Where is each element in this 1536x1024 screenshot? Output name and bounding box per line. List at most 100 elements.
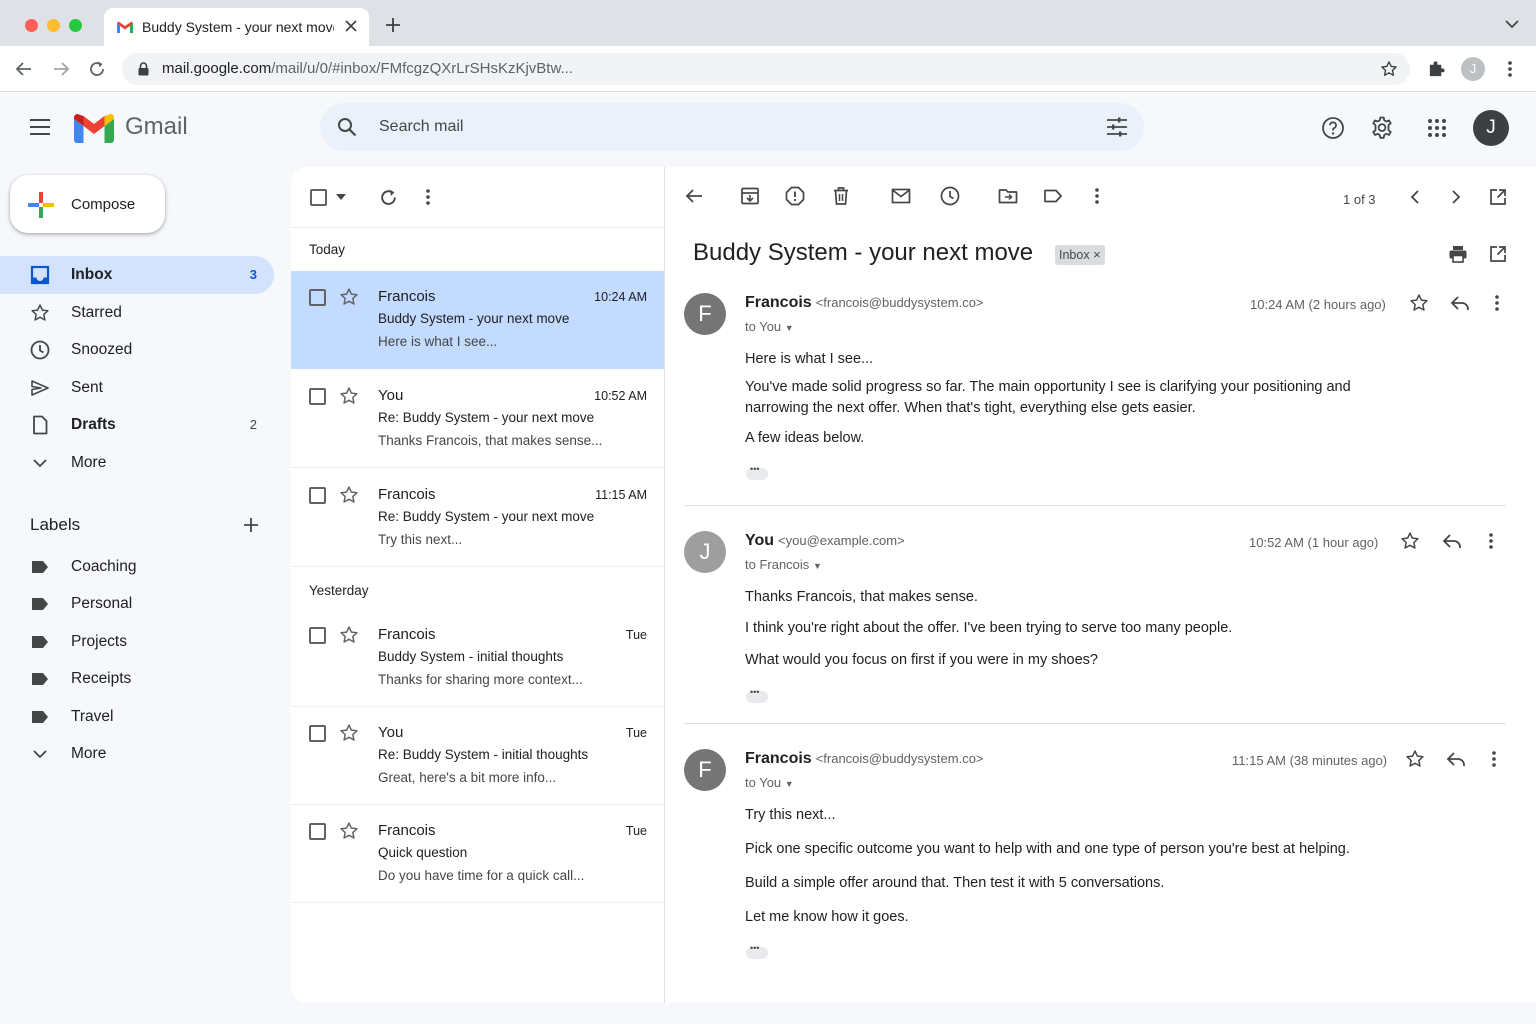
search-options-icon[interactable]: [1106, 117, 1128, 137]
address-bar[interactable]: mail.google.com/mail/u/0/#inbox/FMfcgzQX…: [122, 53, 1410, 85]
browser-menu-icon[interactable]: [1502, 59, 1518, 79]
remove-label-close-icon[interactable]: ×: [1093, 247, 1101, 262]
recipient-line[interactable]: to Francois ▼: [745, 557, 822, 572]
sidebar-item-sent[interactable]: Sent: [0, 369, 274, 407]
star-icon[interactable]: [1409, 293, 1429, 313]
move-to-folder-icon[interactable]: [998, 186, 1018, 206]
message-more-icon[interactable]: [1488, 531, 1494, 551]
reload-icon[interactable]: [88, 60, 106, 78]
sender-avatar[interactable]: J: [684, 531, 726, 573]
star-icon[interactable]: [339, 821, 359, 841]
list-item[interactable]: You Tue Re: Buddy System - initial thoug…: [291, 707, 664, 805]
list-item[interactable]: You 10:52 AM Re: Buddy System - your nex…: [291, 370, 664, 468]
star-icon[interactable]: [339, 386, 359, 406]
label-as-icon[interactable]: [1043, 186, 1063, 206]
star-icon[interactable]: [1400, 531, 1420, 551]
search-icon[interactable]: [337, 117, 357, 137]
reply-icon[interactable]: [1442, 531, 1462, 551]
search-input[interactable]: Search mail: [379, 118, 463, 136]
label-item-receipts[interactable]: Receipts: [0, 660, 274, 698]
row-checkbox[interactable]: [309, 289, 326, 306]
sidebar-item-snoozed[interactable]: Snoozed: [0, 331, 274, 369]
show-trimmed-content-button[interactable]: [746, 464, 768, 480]
message-more-options-icon[interactable]: [1094, 186, 1100, 206]
list-item[interactable]: Francois 10:24 AM Buddy System - your ne…: [291, 271, 664, 369]
reply-icon[interactable]: [1450, 293, 1470, 313]
recipient-line[interactable]: to You ▼: [745, 775, 794, 790]
star-icon[interactable]: [339, 625, 359, 645]
back-to-inbox-icon[interactable]: [684, 186, 704, 206]
extensions-puzzle-icon[interactable]: [1427, 59, 1446, 78]
delete-trash-icon[interactable]: [831, 186, 851, 206]
row-checkbox[interactable]: [309, 487, 326, 504]
archive-icon[interactable]: [740, 186, 760, 206]
mark-unread-envelope-icon[interactable]: [891, 186, 911, 206]
browser-tab[interactable]: Buddy System - your next move: [104, 8, 369, 46]
recipient-details-caret-icon[interactable]: ▼: [785, 779, 794, 789]
label-item-personal[interactable]: Personal: [0, 585, 274, 623]
add-label-plus-icon[interactable]: [243, 517, 259, 533]
refresh-icon[interactable]: [379, 188, 398, 207]
list-item[interactable]: Francois 11:15 AM Re: Buddy System - you…: [291, 469, 664, 567]
sidebar-item-drafts[interactable]: Drafts 2: [0, 406, 274, 444]
row-checkbox[interactable]: [309, 627, 326, 644]
print-icon[interactable]: [1448, 244, 1468, 264]
bookmark-star-icon[interactable]: [1380, 60, 1398, 78]
older-chevron-right-icon[interactable]: [1449, 189, 1463, 205]
select-all-checkbox[interactable]: [310, 189, 327, 206]
recipient-details-caret-icon[interactable]: ▼: [785, 323, 794, 333]
lock-icon[interactable]: [138, 62, 149, 76]
report-spam-icon[interactable]: [785, 186, 805, 206]
newer-chevron-left-icon[interactable]: [1408, 189, 1422, 205]
sender-avatar[interactable]: F: [684, 749, 726, 791]
window-close-button[interactable]: [25, 19, 38, 32]
row-checkbox[interactable]: [309, 388, 326, 405]
star-icon[interactable]: [1405, 749, 1425, 769]
forward-arrow-icon[interactable]: [52, 60, 70, 78]
open-new-window-icon[interactable]: [1489, 188, 1507, 206]
list-item[interactable]: Francois Tue Quick question Do you have …: [291, 805, 664, 903]
row-checkbox[interactable]: [309, 823, 326, 840]
open-in-new-window-icon[interactable]: [1489, 245, 1507, 263]
gmail-logo-icon[interactable]: [74, 114, 114, 143]
label-item-coaching[interactable]: Coaching: [0, 548, 274, 586]
compose-button[interactable]: Compose: [10, 175, 165, 233]
window-zoom-button[interactable]: [69, 19, 82, 32]
search-bar[interactable]: Search mail: [320, 103, 1144, 151]
browser-profile-avatar[interactable]: J: [1461, 57, 1485, 81]
main-menu-icon[interactable]: [29, 118, 51, 136]
star-icon[interactable]: [339, 287, 359, 307]
list-item[interactable]: Francois Tue Buddy System - initial thou…: [291, 609, 664, 707]
sidebar-item-starred[interactable]: Starred: [0, 294, 274, 332]
star-icon[interactable]: [339, 485, 359, 505]
row-checkbox[interactable]: [309, 725, 326, 742]
show-trimmed-content-button[interactable]: [746, 943, 768, 959]
apps-grid-icon[interactable]: [1427, 118, 1447, 138]
label-item-travel[interactable]: Travel: [0, 698, 274, 736]
inbox-label-chip[interactable]: Inbox ×: [1055, 245, 1105, 265]
message-more-icon[interactable]: [1494, 293, 1500, 313]
list-more-options-icon[interactable]: [425, 188, 431, 206]
show-trimmed-content-button[interactable]: [746, 687, 768, 703]
sidebar-item-inbox[interactable]: Inbox 3: [0, 256, 274, 294]
recipient-details-caret-icon[interactable]: ▼: [813, 561, 822, 571]
tab-close-icon[interactable]: [344, 19, 358, 33]
sidebar-item-more[interactable]: More: [0, 444, 274, 482]
snooze-clock-icon[interactable]: [940, 186, 960, 206]
labels-more[interactable]: More: [0, 735, 274, 773]
help-icon[interactable]: [1321, 116, 1345, 140]
sender-avatar[interactable]: F: [684, 293, 726, 335]
select-dropdown-caret-icon[interactable]: [336, 194, 346, 200]
new-tab-icon[interactable]: [385, 17, 401, 33]
message-subject: Buddy System - initial thoughts: [378, 649, 564, 664]
recipient-line[interactable]: to You ▼: [745, 319, 794, 334]
message-more-icon[interactable]: [1491, 749, 1497, 769]
tab-search-chevron-icon[interactable]: [1505, 19, 1519, 29]
account-avatar[interactable]: J: [1473, 110, 1509, 146]
star-icon[interactable]: [339, 723, 359, 743]
back-arrow-icon[interactable]: [15, 60, 33, 78]
settings-gear-icon[interactable]: [1370, 116, 1394, 140]
label-item-projects[interactable]: Projects: [0, 623, 274, 661]
reply-icon[interactable]: [1446, 749, 1466, 769]
window-minimize-button[interactable]: [47, 19, 60, 32]
